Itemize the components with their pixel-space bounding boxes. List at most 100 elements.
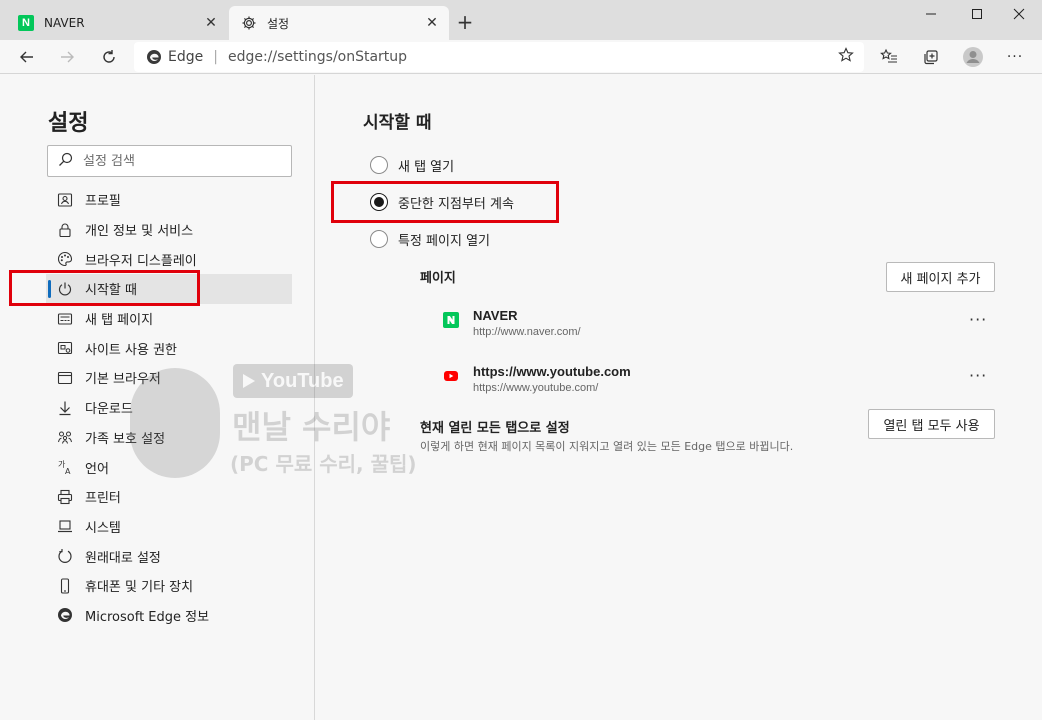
sidebar-item-about[interactable]: Microsoft Edge 정보 — [46, 601, 292, 631]
site-url: https://www.youtube.com/ — [473, 382, 599, 394]
highlight-box-startup — [9, 270, 200, 306]
favorites-list-icon — [880, 48, 897, 63]
download-icon — [56, 399, 74, 417]
option-specific-pages[interactable]: 특정 페이지 열기 — [370, 228, 490, 250]
tab-title: 설정 — [267, 16, 290, 31]
sidebar-item-reset[interactable]: 원래대로 설정 — [46, 541, 292, 571]
printer-icon — [56, 488, 74, 506]
url-path: settings/onStartup — [277, 49, 408, 65]
favorites-button[interactable] — [874, 42, 904, 72]
site-name: https://www.youtube.com — [473, 364, 631, 379]
phone-icon — [56, 577, 74, 595]
radio-button[interactable] — [370, 156, 388, 174]
site-name: NAVER — [473, 308, 518, 323]
toolbar: Edge | edge://settings/onStartup ··· — [0, 40, 1042, 74]
profile-button[interactable] — [958, 42, 988, 72]
family-icon — [56, 428, 74, 446]
more-menu-button[interactable]: ··· — [1000, 42, 1030, 72]
naver-icon: N — [18, 15, 34, 31]
more-actions-icon[interactable]: ··· — [969, 310, 987, 329]
sidebar-item-family-safety[interactable]: 가족 보호 설정 — [46, 423, 292, 453]
radio-button[interactable] — [370, 230, 388, 248]
refresh-button[interactable] — [94, 42, 124, 72]
edge-icon — [56, 606, 74, 624]
tab-naver[interactable]: N NAVER ✕ — [6, 6, 228, 40]
option-label: 특정 페이지 열기 — [398, 233, 490, 249]
tab-title: NAVER — [44, 16, 85, 30]
more-dots-icon: ··· — [1006, 49, 1024, 65]
startup-site-naver: NAVER http://www.naver.com/ ··· — [443, 308, 1003, 344]
collections-icon — [924, 50, 938, 65]
sidebar-item-default-browser[interactable]: 기본 브라우저 — [46, 363, 292, 393]
forward-button[interactable] — [52, 42, 82, 72]
option-new-tab[interactable]: 새 탭 열기 — [370, 154, 454, 176]
page-title: 시작할 때 — [363, 113, 432, 133]
youtube-icon — [443, 368, 459, 384]
highlight-box-continue — [331, 181, 559, 223]
sidebar-item-label: 휴대폰 및 기타 장치 — [85, 580, 194, 596]
add-page-button[interactable]: 새 페이지 추가 — [886, 262, 995, 292]
refresh-icon — [103, 50, 115, 63]
sidebar-item-label: 다운로드 — [85, 402, 133, 418]
address-bar[interactable]: Edge | edge://settings/onStartup — [134, 42, 864, 72]
forward-arrow-icon — [61, 51, 74, 63]
sidebar-item-label: 언어 — [85, 461, 109, 477]
tab-strip: N NAVER ✕ 설정 ✕ + — [0, 0, 1042, 40]
palette-icon — [56, 250, 74, 268]
search-input[interactable] — [83, 153, 291, 169]
gear-icon — [241, 15, 257, 31]
tab-settings[interactable]: 설정 ✕ — [229, 6, 449, 40]
close-window-button[interactable] — [996, 0, 1042, 28]
sidebar-item-label: 프린터 — [85, 491, 121, 507]
use-all-open-tabs-button[interactable]: 열린 탭 모두 사용 — [868, 409, 995, 439]
avatar-icon — [963, 47, 983, 67]
sidebar-item-site-permissions[interactable]: 사이트 사용 권한 — [46, 333, 292, 363]
sidebar-item-label: Microsoft Edge 정보 — [85, 609, 210, 625]
back-button[interactable] — [12, 42, 42, 72]
sidebar-menu: 프로필 개인 정보 및 서비스 브라우저 디스플레이 시작할 때 새 탭 페이지… — [46, 185, 292, 630]
maximize-button[interactable] — [954, 0, 1000, 28]
profile-icon — [56, 191, 74, 209]
sidebar-item-label: 개인 정보 및 서비스 — [85, 224, 194, 240]
sidebar-item-phone[interactable]: 휴대폰 및 기타 장치 — [46, 571, 292, 601]
sidebar-item-label: 사이트 사용 권한 — [85, 342, 177, 358]
set-current-tabs-heading: 현재 열린 모든 탭으로 설정 — [420, 421, 570, 436]
sidebar-item-system[interactable]: 시스템 — [46, 512, 292, 542]
newtab-icon — [56, 310, 74, 328]
collections-button[interactable] — [916, 42, 946, 72]
set-current-tabs-description: 이렇게 하면 현재 페이지 목록이 지워지고 열려 있는 모든 Edge 탭으로… — [420, 440, 794, 453]
minimize-button[interactable] — [908, 0, 954, 28]
sidebar-item-label: 새 탭 페이지 — [85, 313, 154, 329]
back-arrow-icon — [20, 51, 33, 63]
edge-logo-icon — [147, 50, 161, 64]
pages-heading: 페이지 — [420, 271, 456, 286]
option-label: 새 탭 열기 — [398, 159, 455, 175]
sidebar-item-label: 기본 브라우저 — [85, 372, 161, 388]
site-permissions-icon — [56, 339, 74, 357]
more-actions-icon[interactable]: ··· — [969, 366, 987, 385]
sidebar-title: 설정 — [48, 111, 89, 136]
sidebar-item-printers[interactable]: 프린터 — [46, 482, 292, 512]
sidebar-item-privacy[interactable]: 개인 정보 및 서비스 — [46, 215, 292, 245]
sidebar-item-label: 브라우저 디스플레이 — [85, 253, 197, 269]
sidebar-item-new-tab[interactable]: 새 탭 페이지 — [46, 304, 292, 334]
sidebar-item-label: 가족 보호 설정 — [85, 431, 166, 447]
sidebar: 설정 프로필 개인 정보 및 서비스 브라우저 디스플레이 시작할 때 — [0, 75, 315, 720]
sidebar-item-downloads[interactable]: 다운로드 — [46, 393, 292, 423]
language-icon: 가A — [56, 458, 74, 476]
lock-icon — [56, 221, 74, 239]
reset-icon — [56, 547, 74, 565]
settings-page: 설정 프로필 개인 정보 및 서비스 브라우저 디스플레이 시작할 때 — [0, 75, 1042, 720]
search-box[interactable] — [47, 145, 292, 177]
svg-text:A: A — [65, 467, 71, 475]
close-tab-icon[interactable]: ✕ — [200, 12, 222, 34]
sidebar-item-profile[interactable]: 프로필 — [46, 185, 292, 215]
browser-icon — [56, 369, 74, 387]
close-tab-icon[interactable]: ✕ — [421, 12, 443, 34]
new-tab-button[interactable]: + — [452, 9, 478, 35]
edge-brand-label: Edge — [168, 49, 204, 65]
sidebar-item-languages[interactable]: 가A 언어 — [46, 452, 292, 482]
favorite-star-icon[interactable] — [838, 47, 854, 67]
system-icon — [56, 517, 74, 535]
sidebar-item-label: 원래대로 설정 — [85, 550, 161, 566]
